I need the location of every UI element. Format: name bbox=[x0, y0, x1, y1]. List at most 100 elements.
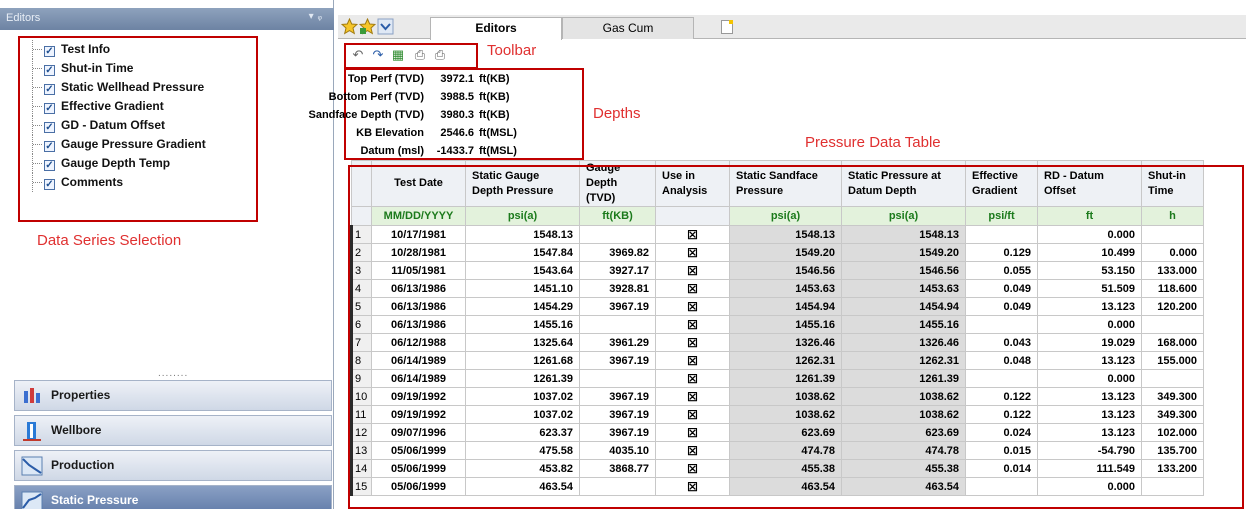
row-number[interactable]: 12 bbox=[350, 423, 372, 442]
table-cell[interactable]: 111.549 bbox=[1037, 459, 1142, 478]
table-cell[interactable]: 06/13/1986 bbox=[371, 315, 466, 334]
table-cell[interactable]: 1455.16 bbox=[465, 315, 580, 334]
table-cell[interactable]: 0.000 bbox=[1037, 477, 1142, 496]
table-cell[interactable]: 1547.84 bbox=[465, 243, 580, 262]
table-cell[interactable]: 1261.68 bbox=[465, 351, 580, 370]
table-cell[interactable]: 05/06/1999 bbox=[371, 459, 466, 478]
table-cell[interactable]: 3967.19 bbox=[579, 387, 656, 406]
row-number[interactable]: 9 bbox=[350, 369, 372, 388]
panel-splitter[interactable]: ........ bbox=[158, 368, 188, 379]
table-cell[interactable]: 349.300 bbox=[1141, 387, 1204, 406]
table-cell[interactable] bbox=[579, 315, 656, 334]
use-in-analysis-checkbox[interactable]: ☒ bbox=[655, 441, 730, 460]
table-cell[interactable]: 09/07/1996 bbox=[371, 423, 466, 442]
table-cell[interactable]: 3967.19 bbox=[579, 297, 656, 316]
table-row[interactable]: 1 10/17/1981 1548.13 ☒ 1548.13 1548.13 0.000 bbox=[350, 225, 1204, 244]
row-number[interactable]: 7 bbox=[350, 333, 372, 352]
table-cell[interactable]: 102.000 bbox=[1141, 423, 1204, 442]
pin-icon[interactable]: ᵩ bbox=[318, 11, 326, 22]
table-cell[interactable]: 09/19/1992 bbox=[371, 387, 466, 406]
chevron-down-icon[interactable] bbox=[377, 18, 394, 35]
table-cell[interactable]: 1325.64 bbox=[465, 333, 580, 352]
table-cell[interactable]: 3967.19 bbox=[579, 423, 656, 442]
table-cell[interactable] bbox=[1141, 225, 1204, 244]
nav-production[interactable]: Production bbox=[14, 450, 332, 481]
table-cell[interactable] bbox=[579, 225, 656, 244]
table-cell[interactable]: 3868.77 bbox=[579, 459, 656, 478]
table-row[interactable]: 7 06/12/1988 1325.64 3961.29 ☒ 1326.46 1326.46… bbox=[350, 333, 1204, 352]
table-cell[interactable]: 3927.17 bbox=[579, 261, 656, 280]
use-in-analysis-checkbox[interactable]: ☒ bbox=[655, 369, 730, 388]
table-cell[interactable]: 1543.64 bbox=[465, 261, 580, 280]
table-cell[interactable]: 0.049 bbox=[965, 279, 1038, 298]
table-cell[interactable]: 3967.19 bbox=[579, 351, 656, 370]
table-row[interactable]: 8 06/14/1989 1261.68 3967.19 ☒ 1262.31 1262.31… bbox=[350, 351, 1204, 370]
table-cell[interactable]: 10/17/1981 bbox=[371, 225, 466, 244]
use-in-analysis-checkbox[interactable]: ☒ bbox=[655, 261, 730, 280]
nav-properties[interactable]: Properties bbox=[14, 380, 332, 411]
table-cell[interactable]: 3961.29 bbox=[579, 333, 656, 352]
table-cell[interactable] bbox=[579, 477, 656, 496]
table-cell[interactable]: 0.049 bbox=[965, 297, 1038, 316]
table-cell[interactable]: 349.300 bbox=[1141, 405, 1204, 424]
table-cell[interactable]: 53.150 bbox=[1037, 261, 1142, 280]
table-cell[interactable]: 10.499 bbox=[1037, 243, 1142, 262]
table-cell[interactable]: 19.029 bbox=[1037, 333, 1142, 352]
table-cell[interactable] bbox=[579, 369, 656, 388]
table-cell[interactable]: 13.123 bbox=[1037, 297, 1142, 316]
table-cell[interactable]: 11/05/1981 bbox=[371, 261, 466, 280]
table-cell[interactable]: 13.123 bbox=[1037, 351, 1142, 370]
table-cell[interactable]: 1037.02 bbox=[465, 405, 580, 424]
use-in-analysis-checkbox[interactable]: ☒ bbox=[655, 459, 730, 478]
column-header[interactable]: Test Date bbox=[371, 160, 466, 207]
row-number[interactable]: 8 bbox=[350, 351, 372, 370]
table-cell[interactable]: 1451.10 bbox=[465, 279, 580, 298]
use-in-analysis-checkbox[interactable]: ☒ bbox=[655, 423, 730, 442]
use-in-analysis-checkbox[interactable]: ☒ bbox=[655, 333, 730, 352]
table-row[interactable]: 12 09/07/1996 623.37 3967.19 ☒ 623.69 623.69 0.… bbox=[350, 423, 1204, 442]
table-cell[interactable]: 06/13/1986 bbox=[371, 297, 466, 316]
table-cell[interactable]: 1454.29 bbox=[465, 297, 580, 316]
table-cell[interactable]: 1548.13 bbox=[465, 225, 580, 244]
use-in-analysis-checkbox[interactable]: ☒ bbox=[655, 297, 730, 316]
table-cell[interactable]: 3967.19 bbox=[579, 405, 656, 424]
row-number[interactable]: 14 bbox=[350, 459, 372, 478]
table-cell[interactable]: 13.123 bbox=[1037, 405, 1142, 424]
row-number[interactable]: 3 bbox=[350, 261, 372, 280]
table-cell[interactable]: 0.043 bbox=[965, 333, 1038, 352]
tab-editors[interactable]: Editors bbox=[430, 17, 562, 40]
table-cell[interactable]: 0.024 bbox=[965, 423, 1038, 442]
table-cell[interactable]: 06/14/1989 bbox=[371, 351, 466, 370]
table-cell[interactable]: 4035.10 bbox=[579, 441, 656, 460]
table-cell[interactable]: 120.200 bbox=[1141, 297, 1204, 316]
favorites-add-icon[interactable] bbox=[359, 18, 376, 35]
table-cell[interactable]: 10/28/1981 bbox=[371, 243, 466, 262]
table-cell[interactable] bbox=[1141, 477, 1204, 496]
column-header[interactable]: Gauge Depth (TVD) bbox=[579, 160, 656, 207]
table-cell[interactable]: 0.000 bbox=[1037, 225, 1142, 244]
table-cell[interactable]: 135.700 bbox=[1141, 441, 1204, 460]
table-row[interactable]: 15 05/06/1999 463.54 ☒ 463.54 463.54 0.000 bbox=[350, 477, 1204, 496]
table-cell[interactable]: 06/14/1989 bbox=[371, 369, 466, 388]
table-cell[interactable]: 0.129 bbox=[965, 243, 1038, 262]
table-cell[interactable]: 133.000 bbox=[1141, 261, 1204, 280]
nav-wellbore[interactable]: Wellbore bbox=[14, 415, 332, 446]
use-in-analysis-checkbox[interactable]: ☒ bbox=[655, 477, 730, 496]
use-in-analysis-checkbox[interactable]: ☒ bbox=[655, 315, 730, 334]
table-cell[interactable]: 06/13/1986 bbox=[371, 279, 466, 298]
row-number[interactable]: 6 bbox=[350, 315, 372, 334]
use-in-analysis-checkbox[interactable]: ☒ bbox=[655, 243, 730, 262]
table-row[interactable]: 3 11/05/1981 1543.64 3927.17 ☒ 1546.56 1546.56… bbox=[350, 261, 1204, 280]
table-row[interactable]: 10 09/19/1992 1037.02 3967.19 ☒ 1038.62 1038.6… bbox=[350, 387, 1204, 406]
use-in-analysis-checkbox[interactable]: ☒ bbox=[655, 387, 730, 406]
row-number[interactable]: 5 bbox=[350, 297, 372, 316]
table-cell[interactable]: 13.123 bbox=[1037, 423, 1142, 442]
table-cell[interactable]: 168.000 bbox=[1141, 333, 1204, 352]
row-number[interactable]: 4 bbox=[350, 279, 372, 298]
use-in-analysis-checkbox[interactable]: ☒ bbox=[655, 225, 730, 244]
table-cell[interactable]: 06/12/1988 bbox=[371, 333, 466, 352]
row-number[interactable]: 2 bbox=[350, 243, 372, 262]
table-cell[interactable]: 118.600 bbox=[1141, 279, 1204, 298]
tab-gas-cum[interactable]: Gas Cum bbox=[562, 17, 694, 39]
table-cell[interactable] bbox=[965, 477, 1038, 496]
